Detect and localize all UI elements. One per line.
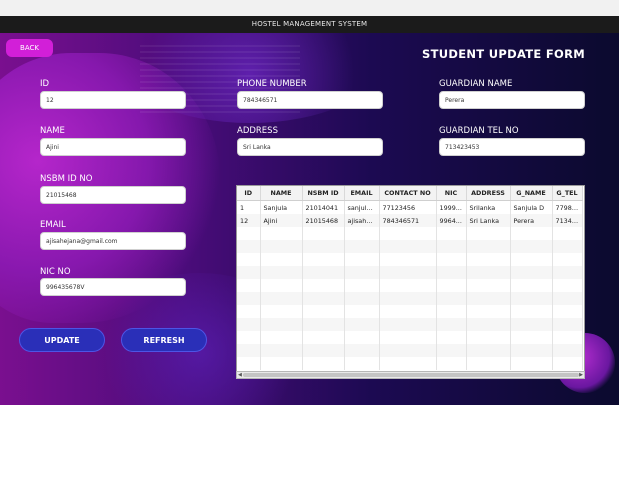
window-frame-top [0,0,619,16]
table-cell: ajisahej... [344,214,380,227]
email-label: EMAIL [40,220,66,230]
column-header-email[interactable]: EMAIL [344,186,380,201]
table-cell: sanjula... [344,200,380,214]
page-title: STUDENT UPDATE FORM [422,47,585,61]
students-table[interactable]: ID NAME NSBM ID EMAIL CONTACT NO NIC ADD… [236,185,585,379]
nsbm-id-label: NSBM ID NO [40,174,93,184]
empty-table-row [237,279,583,292]
column-header-id[interactable]: ID [237,186,261,201]
email-field[interactable] [40,232,186,250]
column-header-g-tel[interactable]: G_TEL [552,186,583,201]
empty-table-row [237,344,583,357]
phone-label: PHONE NUMBER [237,79,307,89]
table-row[interactable]: 12 Ajini 21015468 ajisahej... 784346571 … [237,214,583,227]
column-header-address[interactable]: ADDRESS [466,186,511,201]
guardian-tel-label: GUARDIAN TEL NO [439,126,519,136]
table-cell: Ajini [260,214,303,227]
table-cell: Sanjula [260,200,303,214]
refresh-button[interactable]: REFRESH [121,328,207,352]
table-cell: Srilanka [466,200,511,214]
table-cell: Perera [510,214,553,227]
column-header-nic[interactable]: NIC [436,186,467,201]
column-header-g-name[interactable]: G_NAME [510,186,553,201]
table-cell: 9964... [436,214,467,227]
scroll-left-arrow-icon[interactable]: ◀ [238,372,242,378]
scroll-right-arrow-icon[interactable]: ▶ [579,372,583,378]
empty-table-row [237,331,583,344]
table-header-row: ID NAME NSBM ID EMAIL CONTACT NO NIC ADD… [237,186,583,201]
nic-label: NIC NO [40,267,71,277]
id-label: ID [40,79,50,89]
table-cell: 71342... [552,214,583,227]
name-field[interactable] [40,138,186,156]
table-cell: 77123456 [379,200,437,214]
guardian-tel-field[interactable] [439,138,585,156]
table-cell: 1 [237,200,261,214]
address-label: ADDRESS [237,126,278,136]
table-horizontal-scrollbar[interactable]: ◀ ▶ [236,371,585,379]
column-header-name[interactable]: NAME [260,186,303,201]
scrollbar-thumb[interactable] [243,373,579,377]
empty-table-row [237,357,583,370]
column-header-nsbm-id[interactable]: NSBM ID [302,186,345,201]
table-cell: Sanjula D [510,200,553,214]
empty-table-row [237,292,583,305]
student-update-panel: BACK STUDENT UPDATE FORM ID NAME NSBM ID… [0,33,619,405]
back-button[interactable]: BACK [6,39,53,57]
nic-field[interactable] [40,278,186,296]
empty-table-row [237,266,583,279]
id-field[interactable] [40,91,186,109]
empty-table-row [237,318,583,331]
window-title: HOSTEL MANAGEMENT SYSTEM [0,16,619,33]
column-header-contact-no[interactable]: CONTACT NO [379,186,437,201]
phone-field[interactable] [237,91,383,109]
table-cell: 12 [237,214,261,227]
table-cell: Sri Lanka [466,214,511,227]
guardian-name-label: GUARDIAN NAME [439,79,513,89]
table-row[interactable]: 1 Sanjula 21014041 sanjula... 77123456 1… [237,200,583,214]
empty-table-row [237,227,583,240]
table-cell: 21014041 [302,200,345,214]
table-cell: 77987... [552,200,583,214]
empty-table-row [237,240,583,253]
name-label: NAME [40,126,65,136]
update-button[interactable]: UPDATE [19,328,105,352]
guardian-name-field[interactable] [439,91,585,109]
nsbm-id-field[interactable] [40,186,186,204]
address-field[interactable] [237,138,383,156]
table-cell: 784346571 [379,214,437,227]
table-cell: 21015468 [302,214,345,227]
empty-table-row [237,305,583,318]
empty-table-row [237,253,583,266]
table-cell: 1999... [436,200,467,214]
